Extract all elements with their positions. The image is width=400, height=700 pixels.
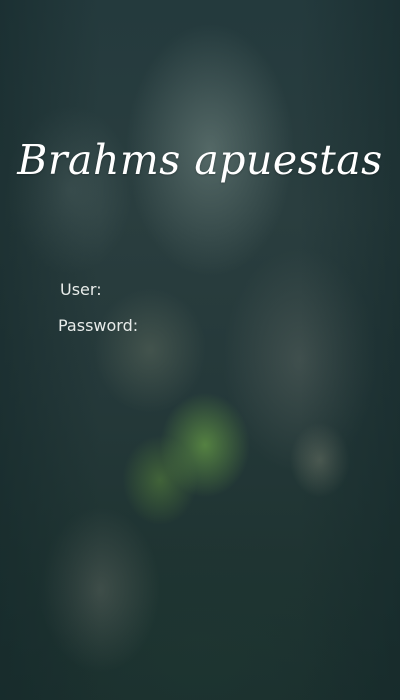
user-input[interactable] <box>106 276 368 304</box>
app-title: Brahms apuestas <box>17 136 383 184</box>
user-row: User: <box>0 276 400 312</box>
password-label: Password: <box>58 316 139 335</box>
login-form: User: Password: <box>0 276 400 348</box>
blurred-background-image <box>0 0 400 700</box>
user-label: User: <box>60 280 102 299</box>
password-row: Password: <box>0 312 400 348</box>
password-input[interactable] <box>138 312 370 340</box>
